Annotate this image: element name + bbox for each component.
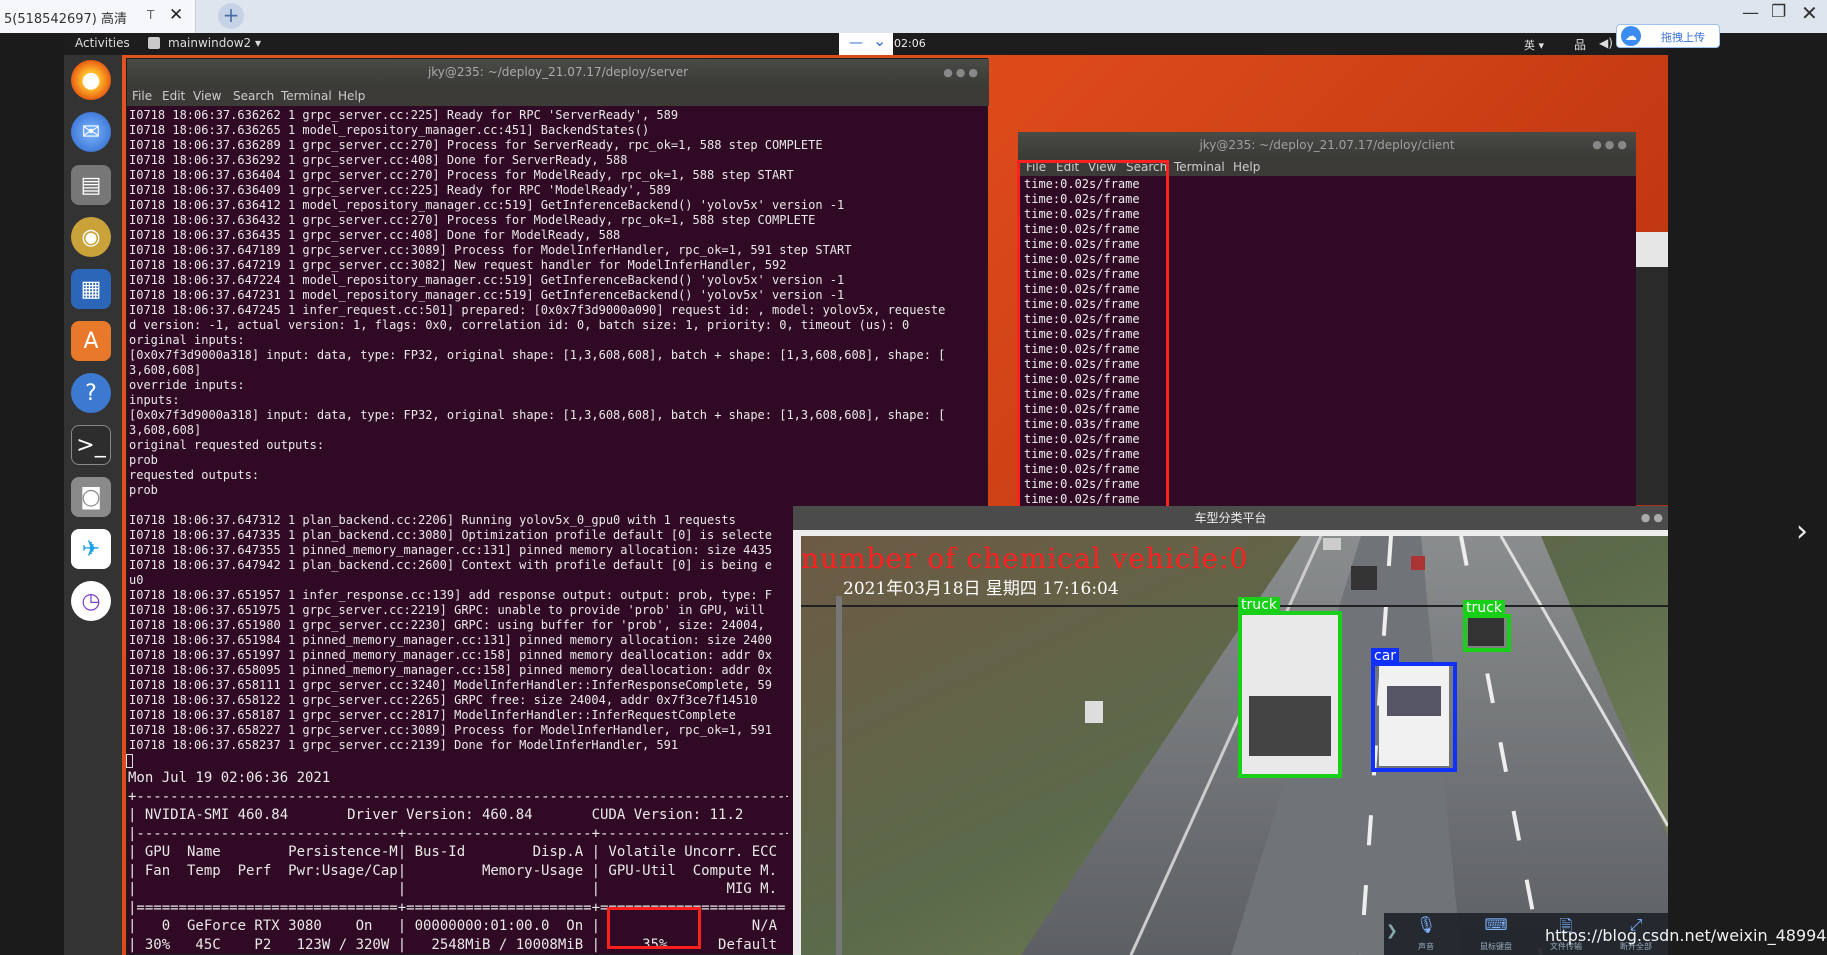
detection-label: truck bbox=[1238, 597, 1280, 613]
app-menu-icon bbox=[148, 37, 160, 49]
detection-box-truck: truck bbox=[1463, 600, 1511, 652]
browser-tab-bar: 5(518542697) 高清 T ✕ + — ❐ ✕ bbox=[0, 0, 1827, 33]
menu-terminal[interactable]: Terminal bbox=[281, 89, 332, 103]
app-icon[interactable]: ✈ bbox=[71, 529, 111, 569]
vehicle-classification-window[interactable]: 车型分类平台 ●● number of chemical vehicle:0 2… bbox=[793, 506, 1668, 955]
toolbar-label: 鼠标键盘 bbox=[1480, 942, 1512, 951]
help-icon[interactable]: ? bbox=[71, 373, 111, 413]
menu-view[interactable]: View bbox=[193, 89, 221, 103]
files-icon[interactable]: ▤ bbox=[71, 165, 111, 205]
menu-terminal[interactable]: Terminal bbox=[1174, 160, 1225, 174]
tab-close-icon[interactable]: ✕ bbox=[169, 5, 183, 25]
timestamp-overlay: 2021年03月18日 星期四 17:16:04 bbox=[843, 579, 1119, 599]
volume-icon[interactable]: ◀) bbox=[1599, 36, 1613, 50]
clock-app-icon[interactable]: ◷ bbox=[71, 581, 111, 621]
writer-icon[interactable]: ▦ bbox=[71, 269, 111, 309]
upload-label: 拖拽上传 bbox=[1661, 31, 1705, 44]
toolbar-label: 声音 bbox=[1418, 942, 1434, 951]
window-close-icon[interactable]: ✕ bbox=[1801, 1, 1818, 25]
menu-file[interactable]: File bbox=[132, 89, 152, 103]
thunderbird-icon[interactable]: ✉ bbox=[71, 112, 111, 152]
server-terminal-title[interactable]: jky@235: ~/deploy_21.07.17/deploy/server bbox=[127, 59, 989, 86]
microphone-icon[interactable]: 🎙 bbox=[1406, 915, 1446, 934]
chevron-down-icon[interactable]: ⌄ bbox=[873, 31, 886, 50]
window-buttons-icon[interactable]: ●●● bbox=[1592, 138, 1630, 151]
client-terminal-title[interactable]: jky@235: ~/deploy_21.07.17/deploy/client bbox=[1018, 132, 1636, 158]
minimize-icon[interactable]: — bbox=[1742, 3, 1759, 23]
menu-edit[interactable]: Edit bbox=[162, 89, 185, 103]
detection-label: truck bbox=[1463, 600, 1505, 616]
app-menu[interactable]: mainwindow2 ▾ bbox=[168, 36, 261, 50]
gpu-util-highlight-box bbox=[607, 907, 701, 949]
input-method-indicator[interactable]: 英 ▾ bbox=[1524, 37, 1544, 53]
minus-icon[interactable]: — bbox=[849, 35, 863, 51]
network-icon[interactable]: 品 bbox=[1574, 36, 1586, 53]
toolbar-expand-icon[interactable]: ❯ bbox=[1386, 923, 1398, 939]
firefox-icon[interactable]: ● bbox=[71, 60, 111, 100]
video-frame: number of chemical vehicle:0 2021年03月18日… bbox=[801, 536, 1668, 955]
tab-title: 5(518542697) 高清 bbox=[4, 12, 127, 27]
camera-icon[interactable]: ◙ bbox=[71, 477, 111, 517]
window-buttons-icon[interactable]: ●● bbox=[1641, 511, 1666, 524]
background-window-edge bbox=[1636, 267, 1668, 505]
menu-help[interactable]: Help bbox=[1233, 160, 1260, 174]
browser-tab[interactable]: 5(518542697) 高清 T ✕ bbox=[0, 0, 196, 33]
csdn-watermark: https://blog.csdn.net/weixin_48994268 bbox=[1545, 926, 1827, 945]
terminal-cursor bbox=[126, 754, 133, 768]
window-buttons-icon[interactable]: ●●● bbox=[943, 66, 981, 79]
keyboard-icon[interactable]: ⌨ bbox=[1476, 915, 1516, 934]
detection-box-car: car bbox=[1371, 648, 1457, 772]
detection-box-truck: truck bbox=[1238, 597, 1342, 778]
rhythmbox-icon[interactable]: ◉ bbox=[71, 217, 111, 257]
maximize-icon[interactable]: ❐ bbox=[1771, 2, 1786, 22]
tab-marker: T bbox=[147, 8, 155, 22]
video-window-title[interactable]: 车型分类平台 bbox=[793, 506, 1668, 530]
frame-time-highlight-box bbox=[1017, 160, 1169, 513]
chevron-right-icon[interactable]: › bbox=[1796, 514, 1808, 549]
cloud-icon: ☁ bbox=[1621, 26, 1641, 46]
detection-label: car bbox=[1371, 648, 1400, 664]
terminal-icon[interactable]: >_ bbox=[71, 425, 111, 465]
drag-upload-button[interactable]: ☁ 拖拽上传 bbox=[1616, 24, 1720, 48]
activities-button[interactable]: Activities bbox=[75, 36, 130, 50]
remote-control-popup[interactable]: — ⌄ bbox=[839, 31, 893, 55]
menu-help[interactable]: Help bbox=[338, 89, 365, 103]
clock[interactable]: 02:06 bbox=[894, 37, 926, 50]
software-icon[interactable]: A bbox=[71, 321, 111, 361]
new-tab-button[interactable]: + bbox=[218, 3, 244, 29]
server-menubar: File Edit View Search Terminal Help bbox=[127, 86, 989, 106]
menu-search[interactable]: Search bbox=[233, 89, 274, 103]
launcher-dock: ● ✉ ▤ ◉ ▦ A ? >_ ◙ ✈ ◷ bbox=[64, 55, 122, 955]
vehicle-count-overlay: number of chemical vehicle:0 bbox=[801, 542, 1249, 575]
